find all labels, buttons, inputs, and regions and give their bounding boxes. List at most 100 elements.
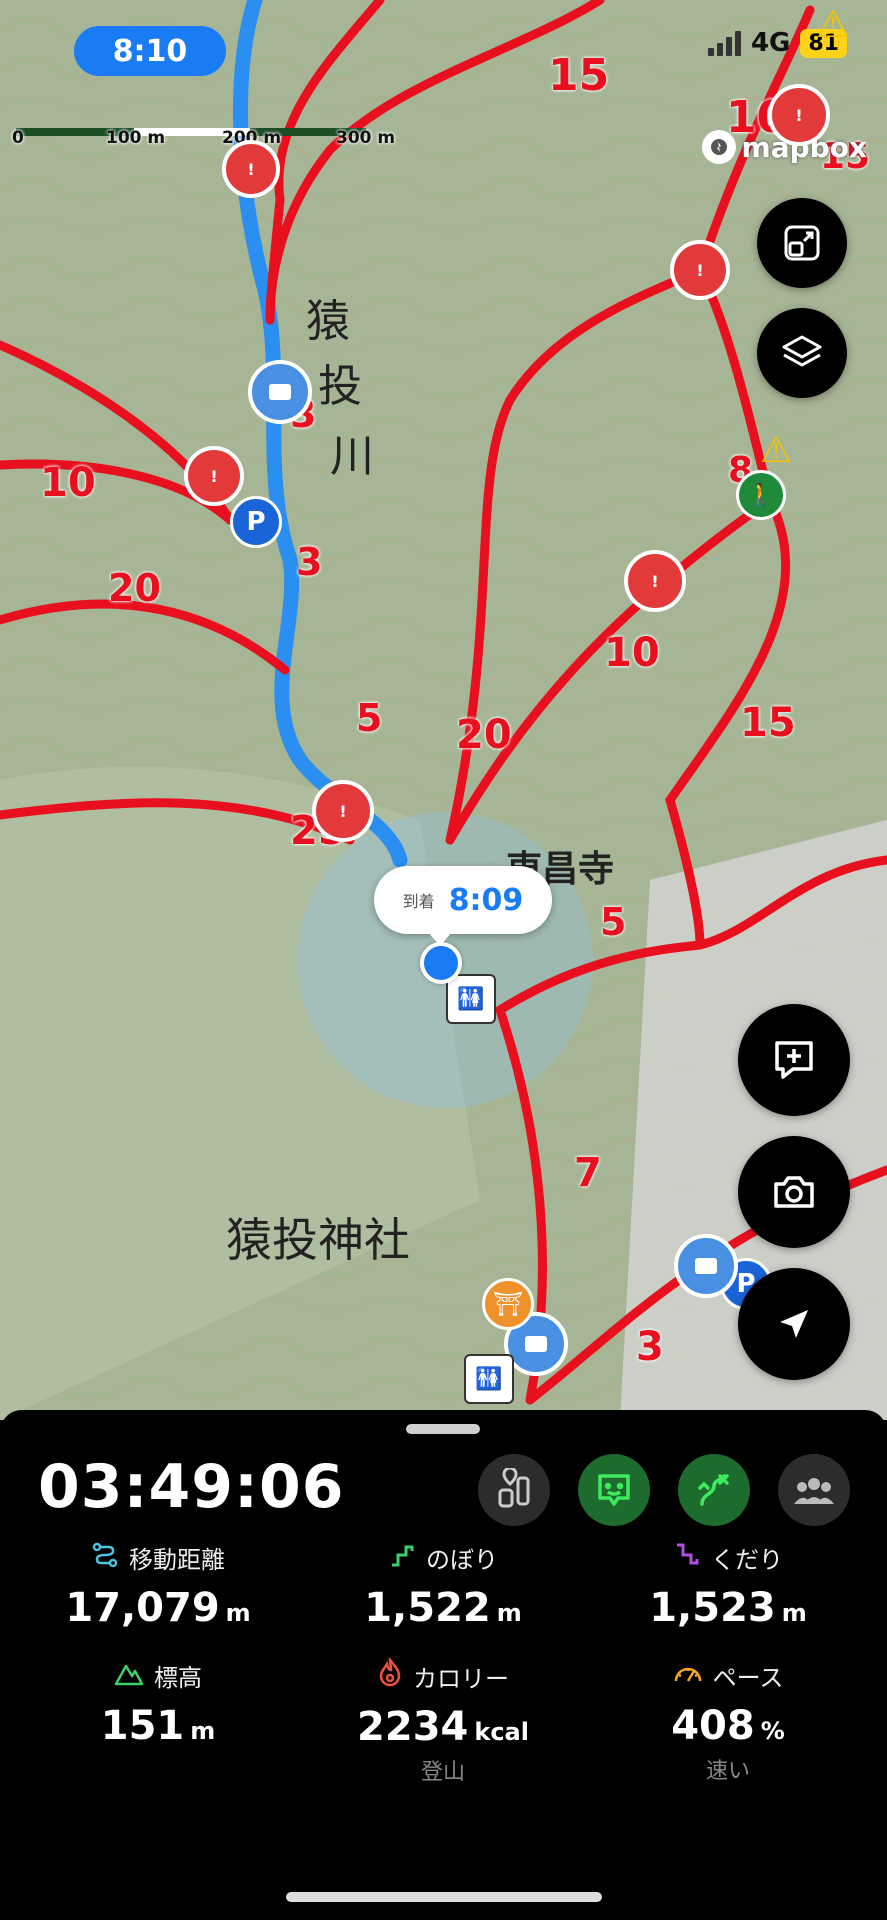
- stat-value-row: 408%: [583, 1703, 873, 1749]
- flame-icon: [377, 1656, 403, 1694]
- stat-value: 151: [100, 1703, 185, 1749]
- river-label-1: 猿: [306, 296, 350, 347]
- descent-icon: [673, 1541, 701, 1575]
- stat-ascent: のぼり 1,522 m: [298, 1540, 588, 1631]
- stat-descent: くだり 1,523 m: [583, 1540, 873, 1631]
- shrine-label: 猿投神社: [226, 1213, 410, 1267]
- expand-map-button[interactable]: [757, 198, 847, 288]
- trail-time-label: 15: [740, 700, 796, 746]
- stat-unit: m: [190, 1717, 216, 1745]
- scale-label-0: 0: [12, 128, 24, 148]
- signal-icon: [707, 30, 741, 56]
- status-time: 8:10: [74, 26, 226, 76]
- arrival-time: 8:09: [448, 882, 524, 918]
- network-type: 4G: [750, 28, 791, 58]
- stat-value: 408: [671, 1703, 755, 1749]
- stat-value-row: 17,079 m: [13, 1585, 303, 1631]
- stat-value-row: 1,522 m: [298, 1585, 588, 1631]
- warning-marker[interactable]: !: [768, 84, 830, 146]
- trail-marker-icon: [498, 1468, 530, 1508]
- stat-header: のぼり: [298, 1540, 588, 1575]
- trail-time-label: 20: [456, 712, 512, 758]
- stat-unit: m: [781, 1599, 807, 1627]
- stat-value: 17,079: [65, 1585, 220, 1631]
- stat-label: 標高: [154, 1664, 202, 1692]
- stat-header: 移動距離: [13, 1540, 303, 1575]
- shrine-gate-marker-icon[interactable]: ⛩: [482, 1278, 534, 1330]
- trail-time-label: 5: [356, 696, 383, 740]
- map-layers-button[interactable]: [757, 308, 847, 398]
- home-indicator[interactable]: [286, 1892, 602, 1902]
- river-label-2: 投: [318, 361, 362, 412]
- expand-icon: [784, 225, 820, 261]
- stat-flame: カロリー 2234 kcal 登山: [298, 1656, 588, 1786]
- trail-time-label: 5: [600, 900, 627, 944]
- warning-marker[interactable]: !: [184, 446, 244, 506]
- stat-header: ペース: [583, 1658, 873, 1693]
- stat-gauge: ペース 408% 速い: [583, 1658, 873, 1785]
- stat-value-row: 2234 kcal: [298, 1704, 588, 1750]
- scale-label-300: 300 m: [336, 128, 396, 148]
- stat-subtext: 登山: [420, 1760, 465, 1785]
- trail-time-label: 3: [296, 540, 323, 584]
- hiker-marker-icon[interactable]: 🚶: [736, 470, 786, 520]
- comment-marker-icon[interactable]: [674, 1234, 738, 1298]
- trail-time-label: 10: [604, 630, 660, 676]
- trail-marker-button[interactable]: [478, 1454, 550, 1526]
- stat-value: 1,522: [364, 1585, 491, 1631]
- trail-time-label: 3: [636, 1324, 664, 1370]
- panel-drag-handle[interactable]: [406, 1424, 480, 1434]
- mapbox-logo-icon: [701, 130, 736, 164]
- stat-distance: 移動距離 17,079 m: [13, 1540, 303, 1631]
- stat-label: カロリー: [413, 1664, 509, 1693]
- stat-label: くだり: [711, 1546, 783, 1574]
- add-note-icon: [775, 1041, 813, 1079]
- distance-icon: [91, 1541, 119, 1575]
- stat-value: 2234: [357, 1704, 469, 1750]
- warning-marker[interactable]: !: [312, 780, 374, 842]
- trail-time-label: 10: [40, 460, 96, 506]
- toilet-marker-icon[interactable]: 🚻: [464, 1354, 514, 1404]
- stat-label: 移動距離: [129, 1546, 225, 1574]
- stat-subtext: 速い: [705, 1759, 750, 1784]
- camera-icon: [774, 1176, 814, 1208]
- current-location-dot: [420, 942, 462, 984]
- stat-header: カロリー: [298, 1656, 588, 1694]
- warning-marker[interactable]: !: [624, 550, 686, 612]
- elapsed-time: 03:49:06: [38, 1452, 345, 1522]
- stat-header: くだり: [583, 1540, 873, 1575]
- scale-label-100: 100 m: [106, 128, 166, 148]
- toilet-marker-icon[interactable]: 🚻: [446, 974, 496, 1024]
- add-note-button[interactable]: [738, 1004, 850, 1116]
- stat-label: ペース: [712, 1664, 784, 1692]
- trail-time-label: 20: [108, 566, 161, 610]
- river-label-3: 川: [330, 431, 374, 482]
- hazard-warning-icon[interactable]: ⚠: [816, 2, 850, 46]
- arrival-callout[interactable]: 到着 8:09: [374, 866, 552, 946]
- stat-label: のぼり: [426, 1546, 498, 1574]
- stat-mountain: 標高 151 m: [13, 1658, 303, 1749]
- trail-time-label: 15: [548, 50, 610, 101]
- warning-marker[interactable]: !: [670, 240, 730, 300]
- camera-button[interactable]: [738, 1136, 850, 1248]
- stat-value-row: 151 m: [13, 1703, 303, 1749]
- parking-marker-icon[interactable]: P: [230, 496, 282, 548]
- locate-button[interactable]: [738, 1268, 850, 1380]
- map-view[interactable]: 猿 投 川 東昌寺 猿投神社 1510158310320101552025573…: [0, 0, 887, 1420]
- hazard-warning-icon[interactable]: ⚠: [760, 430, 792, 471]
- activity-panel[interactable]: 03:49:06 移動距離 17,079 m のぼり 1,522 m くだり 1…: [0, 1410, 887, 1920]
- stat-unit: kcal: [474, 1718, 529, 1746]
- stat-unit: m: [496, 1599, 522, 1627]
- stat-unit: m: [225, 1599, 251, 1627]
- warning-marker[interactable]: !: [222, 140, 280, 198]
- comment-marker-icon[interactable]: [248, 360, 312, 424]
- locate-icon: [780, 1310, 808, 1338]
- stat-header: 標高: [13, 1658, 303, 1693]
- trail-time-label: 7: [574, 1150, 602, 1196]
- group-button[interactable]: [778, 1454, 850, 1526]
- stat-value-row: 1,523 m: [583, 1585, 873, 1631]
- scale-bar: [16, 128, 366, 138]
- chat-bot-button[interactable]: [578, 1454, 650, 1526]
- ascent-icon: [388, 1541, 416, 1575]
- route-button[interactable]: [678, 1454, 750, 1526]
